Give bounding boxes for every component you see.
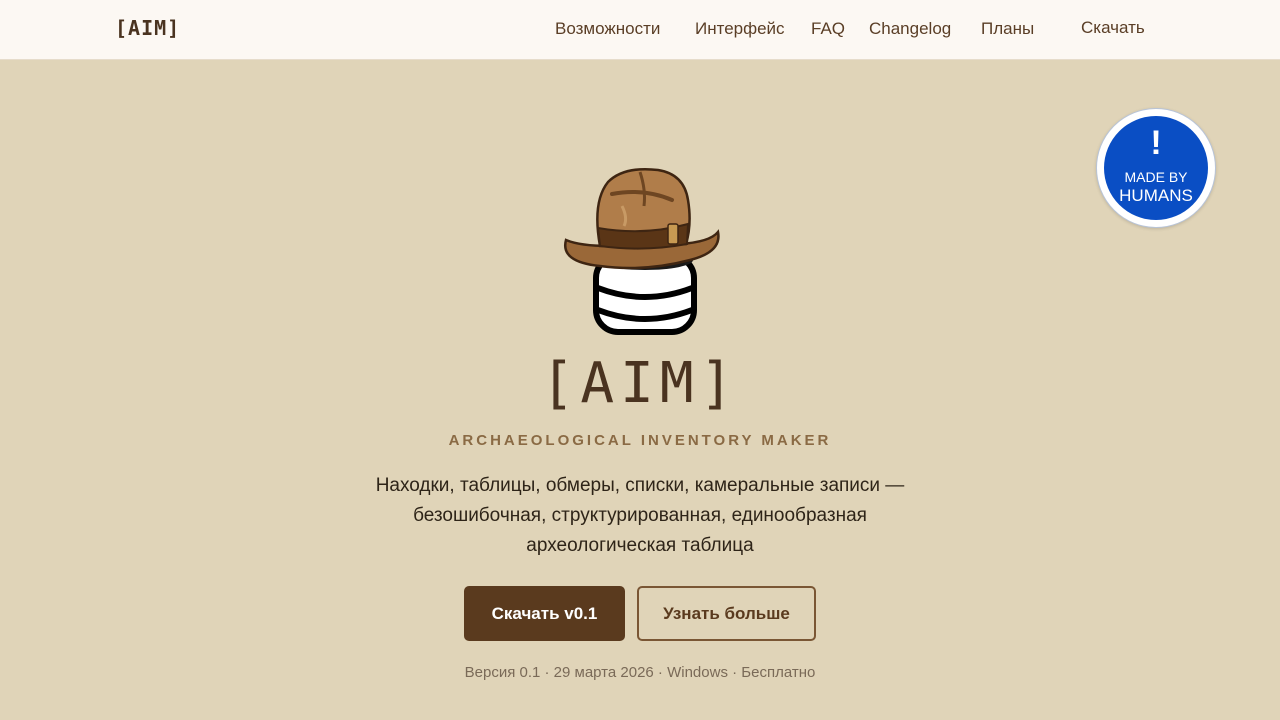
fedora-hat-on-database-icon (563, 168, 720, 335)
learn-more-button[interactable]: Узнать больше (637, 586, 816, 641)
exclamation-icon: ! (1150, 124, 1162, 162)
hero-description: Находки, таблицы, обмеры, списки, камера… (375, 475, 905, 556)
hero-subtitle: ARCHAEOLOGICAL INVENTORY MAKER (448, 432, 832, 449)
badge-text-line2: HUMANS (1119, 186, 1193, 205)
nav-link-features[interactable]: Возможности (555, 19, 660, 39)
badge-circle: ! MADE BY HUMANS (1104, 116, 1208, 220)
header-download-link[interactable]: Скачать (1081, 18, 1145, 38)
nav-link-interface[interactable]: Интерфейс (695, 19, 785, 39)
hero-title: [AIM] (540, 351, 740, 416)
top-navigation-bar: [AIM] Возможности Интерфейс FAQ Changelo… (0, 0, 1280, 60)
nav-link-faq[interactable]: FAQ (811, 19, 845, 39)
header-logo[interactable]: [AIM] (115, 16, 180, 40)
download-button[interactable]: Скачать v0.1 (464, 586, 625, 641)
nav-link-changelog[interactable]: Changelog (869, 19, 951, 39)
version-info: Версия 0.1 · 29 марта 2026 · Windows · Б… (464, 664, 816, 681)
nav-link-plans[interactable]: Планы (981, 19, 1034, 39)
badge-text-line1: MADE BY (1124, 169, 1188, 185)
made-by-humans-badge[interactable]: ! MADE BY HUMANS (1096, 108, 1216, 228)
